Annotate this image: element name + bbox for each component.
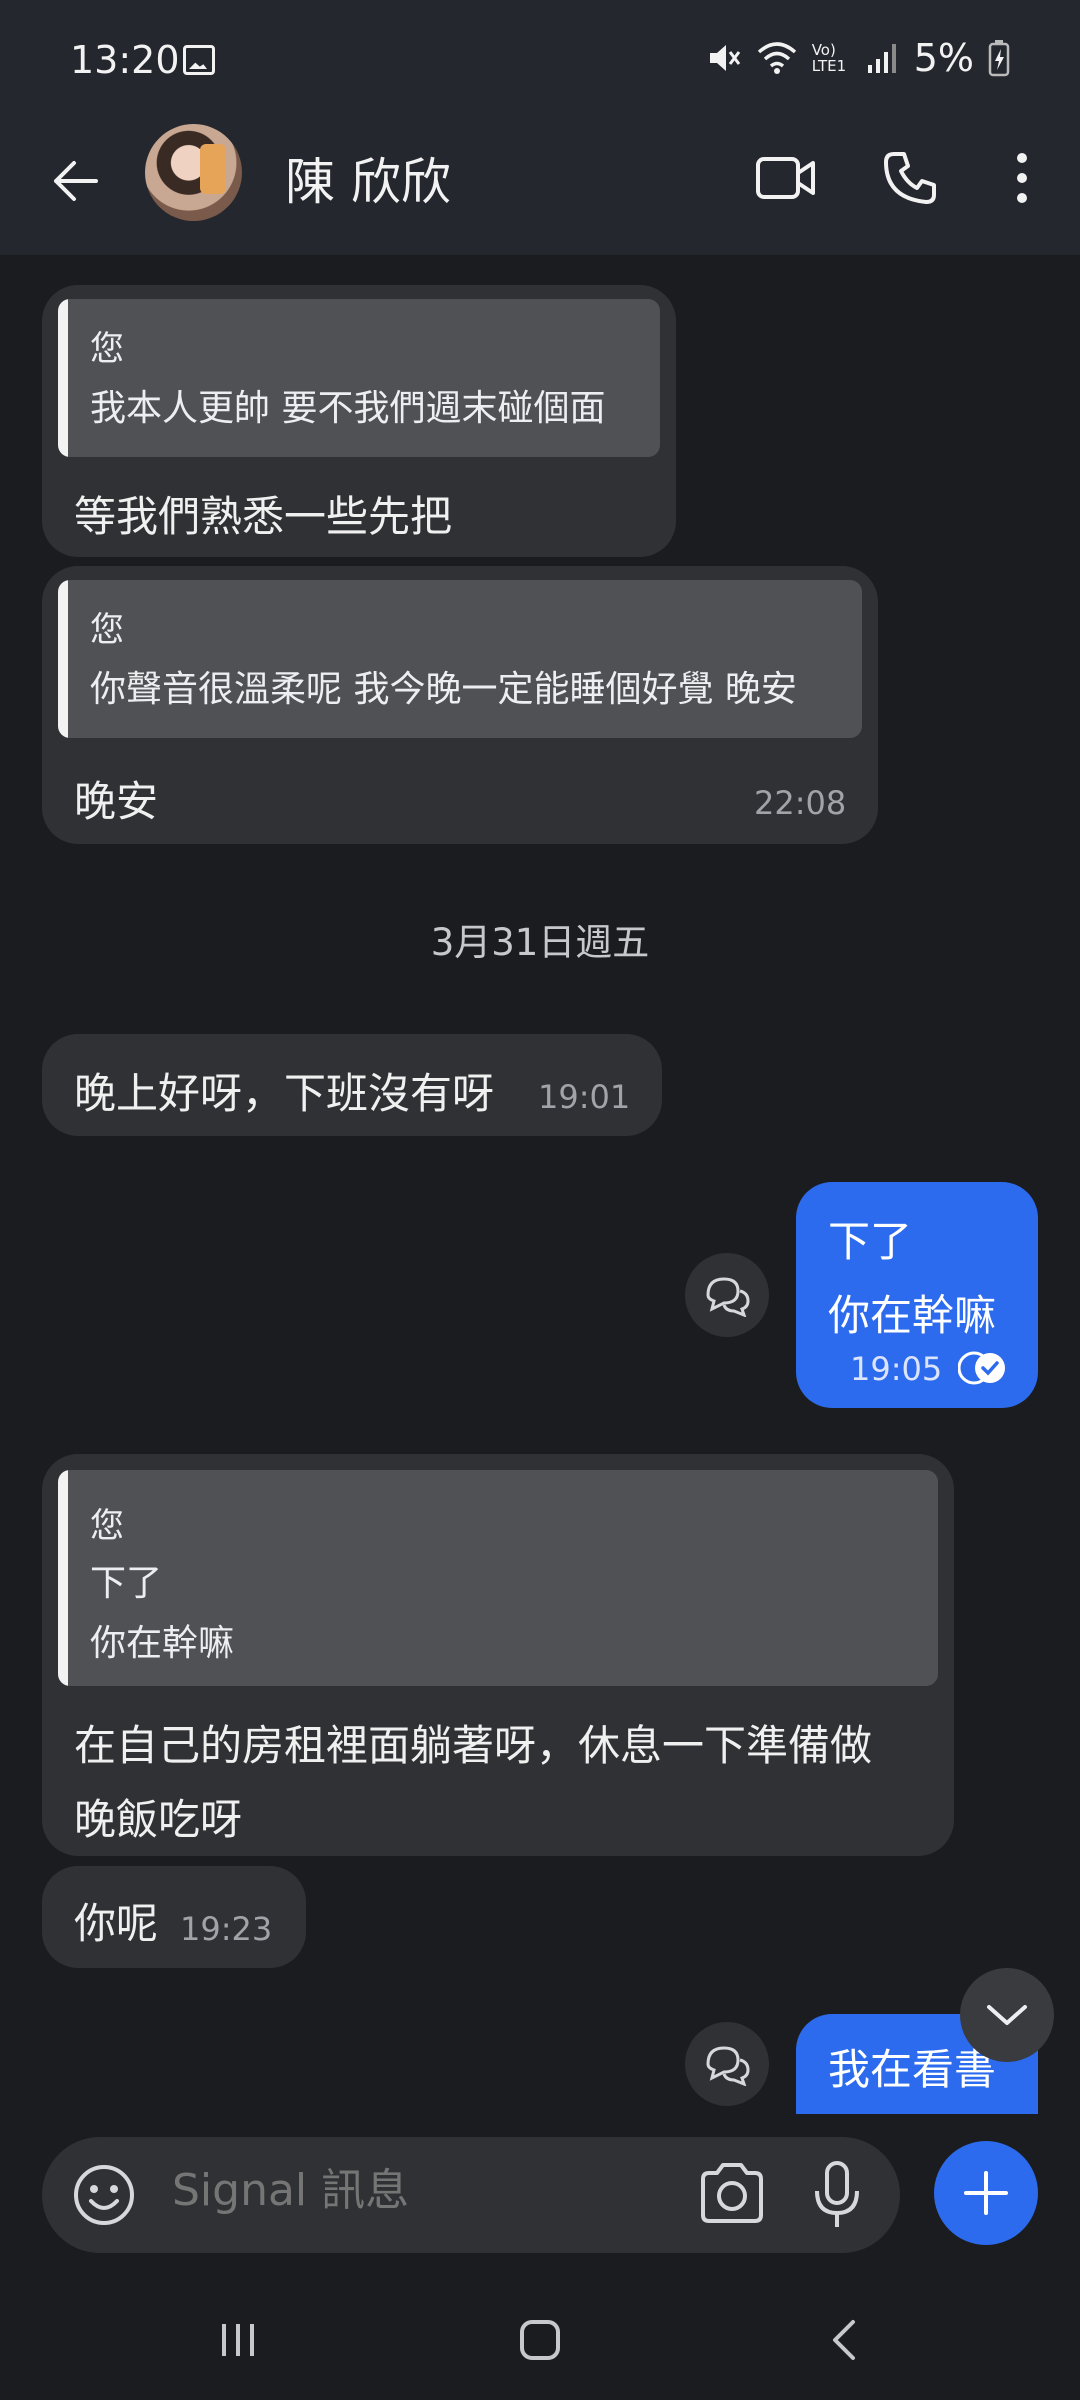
quoted-message[interactable]: 您 你聲音很溫柔呢 我今晚一定能睡個好覺 晚安 — [58, 580, 862, 738]
microphone-icon[interactable] — [807, 2159, 867, 2231]
quote-text: 你聲音很溫柔呢 我今晚一定能睡個好覺 晚安 — [90, 669, 797, 710]
mute-icon — [709, 45, 740, 71]
quote-author: 您 — [90, 1506, 124, 1546]
status-icons: Vo) LTE1 5% — [706, 36, 1010, 80]
quoted-message[interactable]: 您 下了 你在幹嘛 — [58, 1470, 938, 1686]
quoted-message[interactable]: 您 我本人更帥 要不我們週末碰個面 — [58, 299, 660, 457]
signal-icon — [867, 44, 896, 73]
message-timestamp: 19:23 — [180, 1910, 273, 1948]
contact-name[interactable]: 陳 欣欣 — [285, 142, 451, 214]
recents-icon — [222, 2324, 254, 2356]
quote-text-line-1: 下了 — [90, 1563, 163, 1604]
message-composer — [42, 2137, 900, 2253]
home-icon — [520, 2320, 560, 2360]
message-text-line-2: 晚飯吃呀 — [74, 1795, 243, 1844]
quote-author: 您 — [90, 610, 124, 650]
plus-icon — [964, 2171, 1008, 2215]
network-type: Vo) LTE1 — [811, 41, 847, 75]
reaction-icon — [706, 2046, 750, 2086]
system-navigation-bar — [0, 2280, 1080, 2400]
scroll-to-bottom-button[interactable] — [960, 1968, 1054, 2062]
more-options-button[interactable] — [982, 138, 1062, 218]
message-text-line-1: 下了 — [828, 1217, 913, 1266]
chevron-down-icon — [987, 2005, 1027, 2025]
avatar[interactable] — [145, 124, 242, 221]
more-options-icon — [1017, 153, 1027, 203]
incoming-message[interactable]: 你呢 19:23 — [42, 1866, 306, 1968]
reaction-icon — [706, 1277, 750, 1317]
status-bar: 13:20 Vo) LTE1 5% — [0, 0, 1080, 120]
nav-back-icon — [833, 2320, 855, 2360]
message-text: 晚上好呀，下班沒有呀 — [74, 1069, 495, 1118]
quote-text: 我本人更帥 要不我們週末碰個面 — [90, 388, 606, 429]
incoming-message[interactable]: 晚上好呀，下班沒有呀 19:01 — [42, 1034, 662, 1136]
status-time: 13:20 — [70, 38, 180, 82]
back-arrow-icon — [54, 161, 98, 201]
message-text-line-1: 在自己的房租裡面躺著呀，休息一下準備做 — [74, 1721, 873, 1770]
battery-icon — [988, 40, 1010, 77]
outgoing-message[interactable]: 下了 你在幹嘛 19:05 — [796, 1182, 1038, 1408]
message-timestamp: 22:08 — [754, 784, 847, 822]
phone-icon — [884, 152, 936, 204]
reaction-button[interactable] — [685, 2022, 769, 2106]
video-call-icon — [756, 157, 815, 199]
home-button[interactable] — [500, 2310, 580, 2370]
nav-back-button[interactable] — [804, 2310, 884, 2370]
date-separator: 3月31日週五 — [430, 921, 650, 964]
back-button[interactable] — [42, 148, 108, 214]
message-text-line-2: 你在幹嘛 — [828, 1291, 997, 1340]
message-text: 等我們熟悉一些先把 — [74, 492, 453, 541]
battery-percentage: 5% — [913, 36, 974, 80]
conversation-header: 陳 欣欣 — [0, 120, 1080, 255]
emoji-icon[interactable] — [72, 2163, 136, 2227]
camera-icon[interactable] — [697, 2161, 767, 2227]
quote-text-line-2: 你在幹嘛 — [90, 1623, 235, 1664]
incoming-message[interactable]: 您 你聲音很溫柔呢 我今晚一定能睡個好覺 晚安 晚安 22:08 — [42, 566, 878, 844]
voice-call-button[interactable] — [870, 138, 950, 218]
incoming-message[interactable]: 您 我本人更帥 要不我們週末碰個面 等我們熟悉一些先把 — [42, 285, 676, 557]
recents-button[interactable] — [198, 2310, 278, 2370]
gallery-icon — [183, 45, 215, 75]
message-text: 晚安 — [74, 777, 159, 826]
delivered-read-icon — [958, 1351, 1005, 1385]
message-timestamp: 19:05 — [850, 1350, 943, 1388]
video-call-button[interactable] — [746, 138, 826, 218]
reaction-button[interactable] — [685, 1253, 769, 1337]
message-input[interactable] — [172, 2165, 652, 2216]
message-text: 你呢 — [74, 1899, 159, 1948]
attachment-button[interactable] — [934, 2141, 1038, 2245]
quote-author: 您 — [90, 329, 124, 369]
message-timestamp: 19:01 — [538, 1078, 631, 1116]
wifi-icon — [757, 42, 796, 74]
incoming-message[interactable]: 您 下了 你在幹嘛 在自己的房租裡面躺著呀，休息一下準備做 晚飯吃呀 — [42, 1454, 954, 1856]
